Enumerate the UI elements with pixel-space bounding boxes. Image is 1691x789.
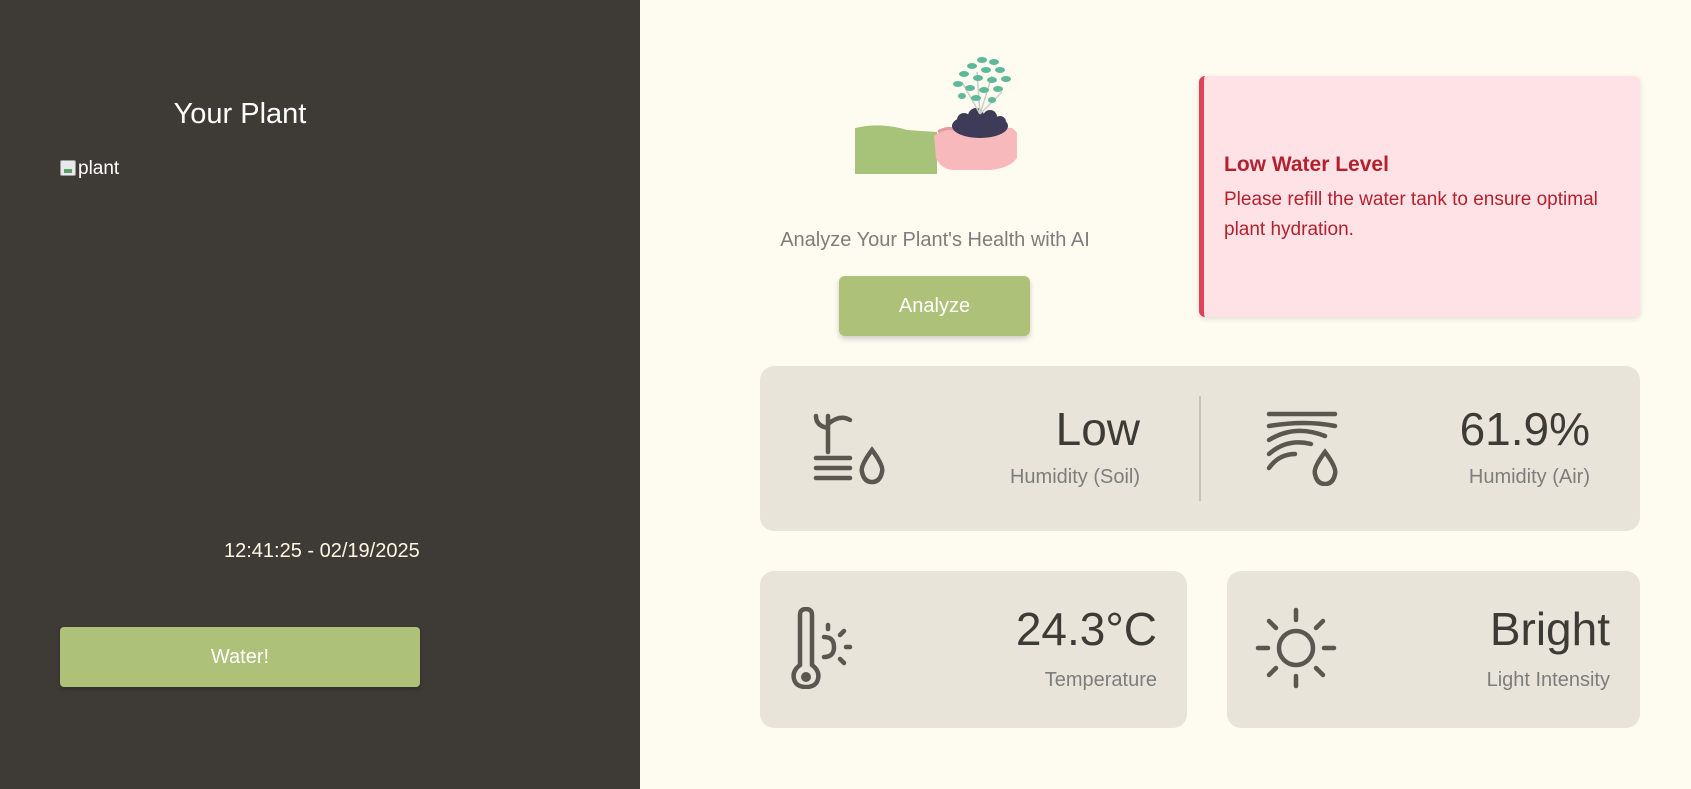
sidebar-title: Your Plant bbox=[173, 98, 307, 130]
water-button[interactable]: Water! bbox=[60, 627, 420, 687]
soil-humidity-label: Humidity (Soil) bbox=[1009, 466, 1140, 488]
light-card: Bright Light Intensity bbox=[1227, 571, 1640, 728]
air-humidity-value: 61.9% bbox=[1459, 403, 1590, 455]
timestamp: 12:41:25 - 02/19/2025 bbox=[224, 540, 420, 562]
analyze-button[interactable]: Analyze bbox=[839, 276, 1030, 336]
sidebar: Your Plant plant 12:41:25 - 02/19/2025 W… bbox=[0, 0, 640, 789]
light-value: Bright bbox=[1489, 603, 1610, 655]
alert-message: Please refill the water tank to ensure o… bbox=[1224, 189, 1598, 240]
thermometer-icon bbox=[791, 607, 853, 689]
air-humidity-label: Humidity (Air) bbox=[1468, 466, 1590, 488]
analyze-prompt: Analyze Your Plant's Health with AI bbox=[780, 229, 1090, 251]
soil-humidity-value: Low bbox=[1055, 403, 1140, 455]
alert-title: Low Water Level bbox=[1224, 153, 1389, 176]
temperature-card: 24.3°C Temperature bbox=[760, 571, 1187, 728]
broken-image-icon bbox=[60, 160, 76, 176]
light-label: Light Intensity bbox=[1486, 669, 1610, 691]
temperature-value: 24.3°C bbox=[1015, 603, 1157, 655]
air-humidity-icon bbox=[1266, 411, 1338, 486]
card-divider bbox=[1199, 396, 1201, 501]
plant-image-alt: plant bbox=[78, 158, 120, 179]
soil-humidity-icon bbox=[813, 413, 885, 485]
sun-icon bbox=[1255, 607, 1337, 689]
humidity-card: Low Humidity (Soil) 61.9% Humidity (Air) bbox=[760, 366, 1640, 531]
plant-in-hand-illustration bbox=[855, 57, 1017, 174]
temperature-label: Temperature bbox=[1044, 669, 1157, 691]
plant-image: plant bbox=[60, 158, 440, 518]
low-water-alert: Low Water Level Please refill the water … bbox=[1199, 76, 1640, 317]
